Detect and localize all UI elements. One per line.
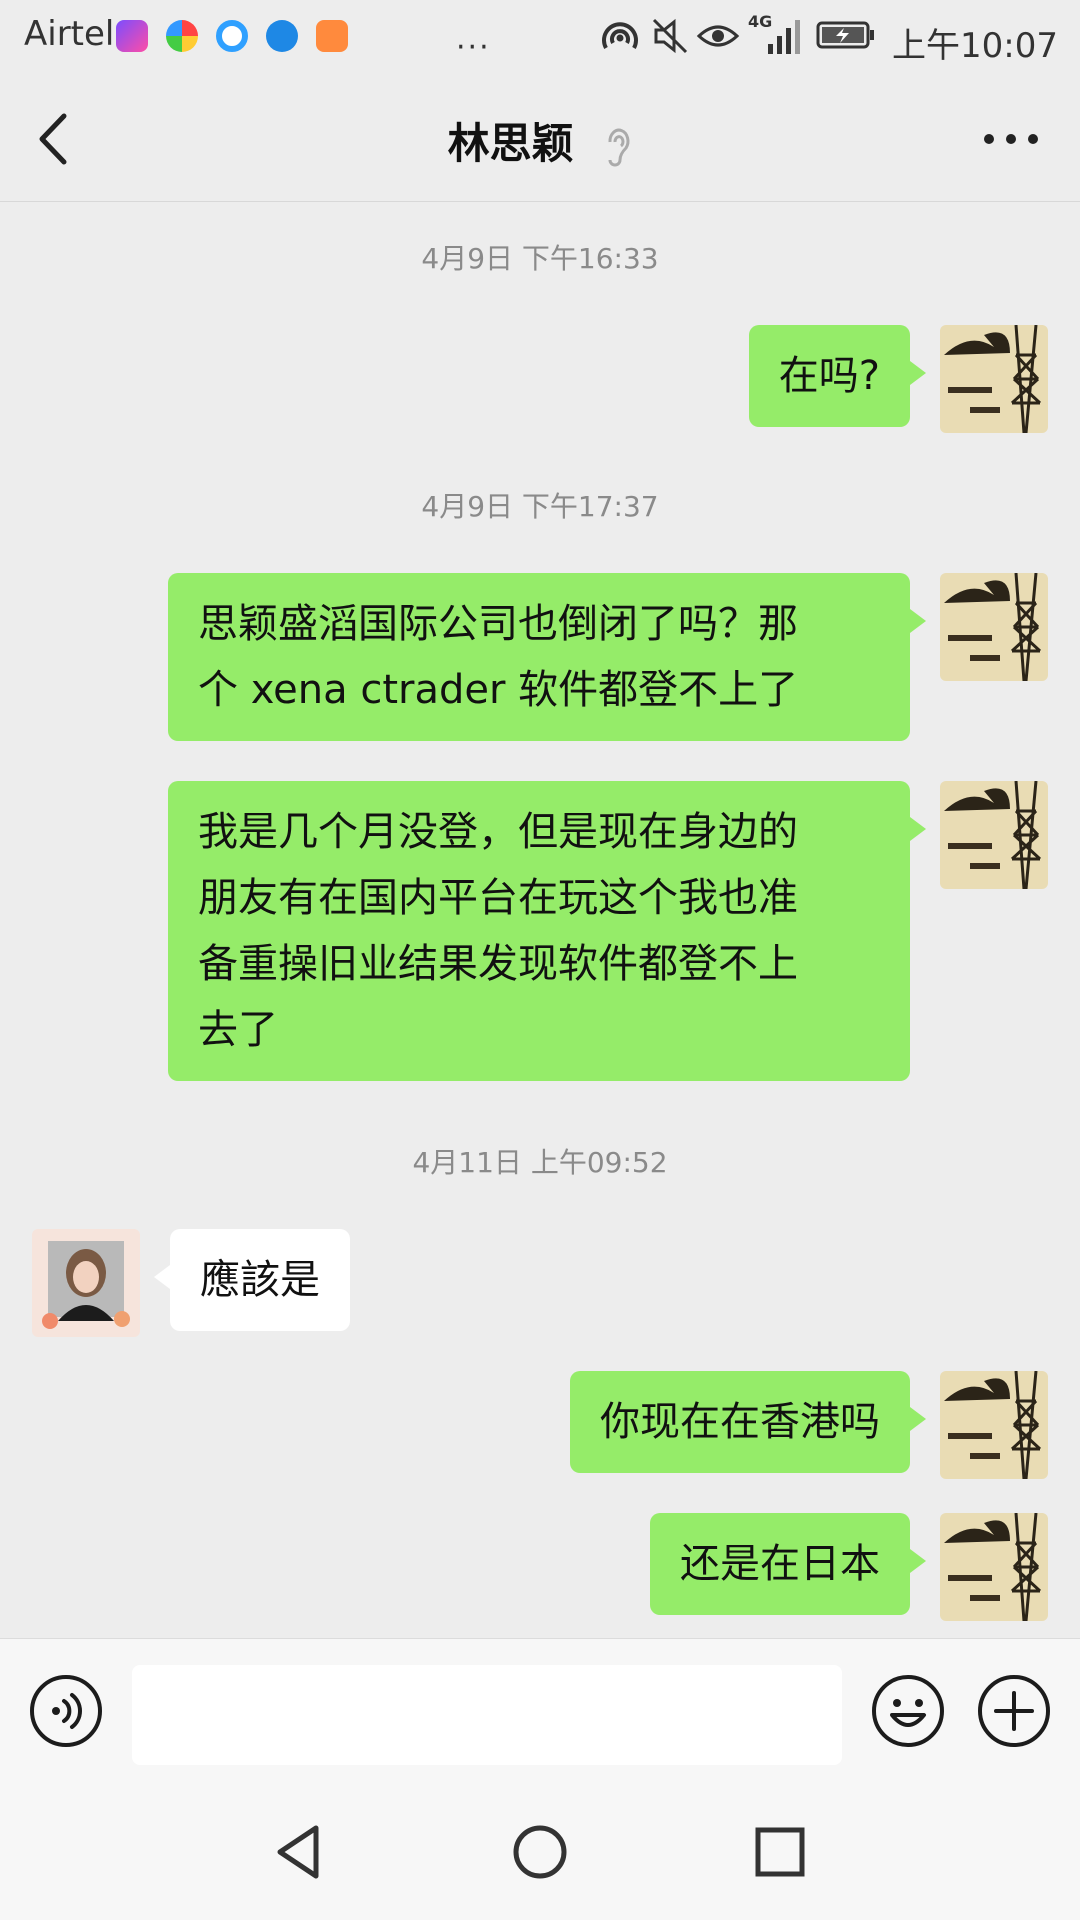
message-line: 备重操旧业结果发现软件都登不上 (198, 941, 798, 987)
message-line: 應該是 (200, 1257, 320, 1303)
status-bar: Airtel ··· 4G 上午10:07 (0, 0, 1080, 76)
triangle-back-icon (277, 1825, 319, 1879)
message-line: 在吗? (778, 353, 880, 399)
more-icon (984, 134, 994, 144)
more-button[interactable] (976, 116, 1046, 160)
my-avatar[interactable] (940, 1513, 1048, 1621)
chat-title-wrap: 林思颖 (0, 110, 1080, 171)
more-icon-dot (1006, 134, 1016, 144)
my-avatar-image (940, 1513, 1048, 1621)
more-icon-dot (1028, 134, 1038, 144)
hotspot-icon (602, 22, 638, 49)
message-line: 朋友有在国内平台在玩这个我也准 (198, 875, 798, 921)
chat-header: 林思颖 (0, 76, 1080, 202)
mute-icon (652, 18, 688, 54)
voice-icon (30, 1675, 102, 1747)
my-avatar-image (940, 1371, 1048, 1479)
qq-browser-icon (216, 20, 248, 52)
ear-icon (608, 128, 630, 166)
emoji-icon (872, 1675, 944, 1747)
message-line: 我是几个月没登，但是现在身边的 (198, 809, 798, 855)
chat-title: 林思颖 (447, 119, 574, 168)
more-notifications-icon: ··· (456, 30, 491, 65)
circle-home-icon (513, 1825, 567, 1879)
clock: 上午10:07 (892, 26, 1058, 66)
message-line: 个 xena ctrader 软件都登不上了 (198, 667, 799, 713)
my-avatar-image (940, 781, 1048, 889)
outgoing-message[interactable]: 思颖盛滔国际公司也倒闭了吗？那 个 xena ctrader 软件都登不上了 (168, 573, 926, 741)
incoming-message[interactable]: 應該是 (154, 1229, 350, 1331)
outgoing-message[interactable]: 我是几个月没登，但是现在身边的 朋友有在国内平台在玩这个我也准 备重操旧业结果发… (168, 781, 926, 1081)
carrier-label: Airtel (24, 14, 115, 54)
plus-icon (978, 1675, 1050, 1747)
message-line: 思颖盛滔国际公司也倒闭了吗？那 (198, 601, 798, 647)
timestamp: 4月9日 下午17:37 (421, 490, 659, 523)
outgoing-message[interactable]: 还是在日本 (650, 1513, 926, 1615)
photos-app-icon (166, 20, 198, 52)
timestamp: 4月11日 上午09:52 (412, 1146, 668, 1179)
timestamp: 4月9日 下午16:33 (421, 242, 659, 275)
battery-charging-icon (816, 21, 874, 49)
eye-comfort-icon (696, 25, 740, 47)
message-input[interactable] (132, 1665, 842, 1765)
my-avatar[interactable] (940, 325, 1048, 433)
video-app-icon (116, 20, 148, 52)
voice-button[interactable] (28, 1673, 104, 1749)
signal-icon (768, 20, 800, 54)
emoji-button[interactable] (870, 1673, 946, 1749)
nav-recents-button[interactable] (750, 1822, 810, 1882)
message-line: 你现在在香港吗 (600, 1399, 880, 1445)
message-list[interactable]: 4月9日 下午16:33 在吗? 4月9日 下午17:37 思颖盛滔国际公司也倒… (0, 203, 1080, 1638)
my-avatar[interactable] (940, 781, 1048, 889)
system-nav-bar (0, 1780, 1080, 1920)
contact-avatar-image (32, 1229, 140, 1337)
browser-app-icon (266, 20, 298, 52)
outgoing-message[interactable]: 你现在在香港吗 (570, 1371, 926, 1473)
nav-home-button[interactable] (510, 1822, 570, 1882)
message-line: 还是在日本 (680, 1541, 880, 1587)
uc-browser-icon (316, 20, 348, 52)
square-recents-icon (755, 1827, 805, 1877)
my-avatar[interactable] (940, 573, 1048, 681)
my-avatar-image (940, 573, 1048, 681)
my-avatar-image (940, 325, 1048, 433)
nav-back-button[interactable] (270, 1822, 330, 1882)
outgoing-message[interactable]: 在吗? (748, 325, 927, 427)
contact-avatar[interactable] (32, 1229, 140, 1337)
more-actions-button[interactable] (976, 1673, 1052, 1749)
message-line: 去了 (198, 1007, 278, 1053)
input-bar (0, 1638, 1080, 1780)
system-status-icons: 4G 上午10:07 (598, 12, 1058, 66)
my-avatar[interactable] (940, 1371, 1048, 1479)
